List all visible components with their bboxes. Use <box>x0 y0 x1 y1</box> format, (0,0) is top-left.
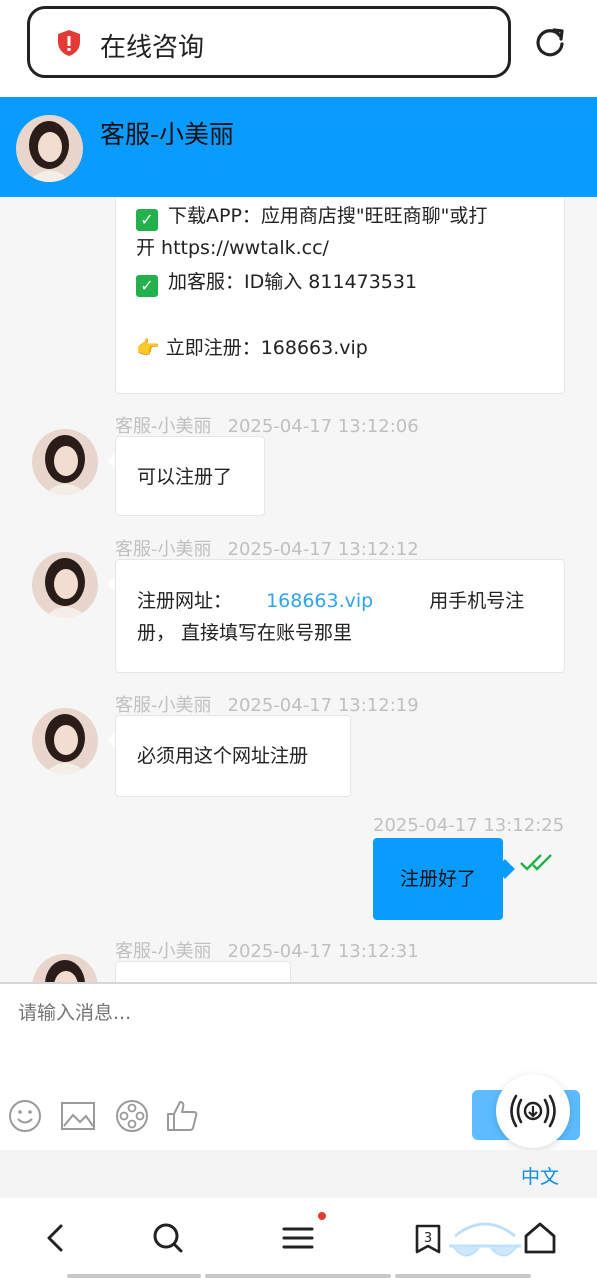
intro-line-2: 开 https://wwtalk.cc/ <box>136 237 329 259</box>
tabs-icon[interactable]: 3 <box>408 1218 448 1258</box>
glasses-watermark <box>449 1222 521 1257</box>
sender-name: 客服-小美丽 <box>115 695 212 716</box>
message-meta: 客服-小美丽 2025-04-17 13:12:06 <box>115 412 419 438</box>
timestamp: 2025-04-17 13:12:31 <box>227 941 419 962</box>
agent-avatar <box>16 115 83 182</box>
page-title: 在线咨询 <box>100 33 205 63</box>
message-meta: 客服-小美丽 2025-04-17 13:12:31 <box>115 937 419 963</box>
message-text: 注册好了 <box>399 868 476 890</box>
shield-alert-icon <box>58 30 80 56</box>
message-text: 必须用这个网址注册 <box>137 745 309 767</box>
message-text: 册， 直接填写在账号那里 <box>137 622 353 644</box>
timestamp: 2025-04-17 13:12:25 <box>373 815 565 836</box>
intro-message: ✓ 下载APP：应用商店搜"旺旺商聊"或打 开 https://wwtalk.cc… <box>115 197 565 394</box>
agent-name: 客服-小美丽 <box>100 120 235 149</box>
agent-avatar <box>32 552 98 618</box>
message-bubble: 注册网址： 168663.vip 用手机号注 册， 直接填写在账号那里 <box>115 559 565 673</box>
agent-avatar <box>32 708 98 774</box>
register-link[interactable]: 168663.vip <box>266 590 373 612</box>
sender-name: 客服-小美丽 <box>115 941 212 962</box>
message-list[interactable]: ✓ 下载APP：应用商店搜"旺旺商聊"或打 开 https://wwtalk.cc… <box>0 197 597 982</box>
image-icon[interactable] <box>60 1098 96 1134</box>
menu-icon[interactable] <box>278 1218 318 1258</box>
broadcast-button[interactable] <box>496 1074 570 1148</box>
agent-avatar <box>32 429 98 495</box>
language-bar: 中文 <box>0 1150 597 1198</box>
sender-name: 客服-小美丽 <box>115 416 212 437</box>
message-text: 可以注册了 <box>137 466 233 488</box>
read-receipt-icon <box>520 854 552 871</box>
intro-line-3: 加客服：ID输入 811473531 <box>168 271 418 293</box>
address-bar[interactable]: 在线咨询 <box>27 6 511 78</box>
reload-icon[interactable] <box>532 24 568 60</box>
message-text: 用手机号注 <box>429 590 525 612</box>
emoji-icon[interactable] <box>7 1098 43 1134</box>
message-input[interactable] <box>18 998 558 1028</box>
search-icon[interactable] <box>148 1218 188 1258</box>
message-meta: 客服-小美丽 2025-04-17 13:12:12 <box>115 535 419 561</box>
message-bubble: 必须用这个网址注册 <box>115 715 351 797</box>
message-meta: 客服-小美丽 2025-04-17 13:12:19 <box>115 691 419 717</box>
intro-line-4: 👉 立即注册：168663.vip <box>136 337 368 359</box>
language-toggle[interactable]: 中文 <box>521 1162 559 1189</box>
notification-dot <box>318 1212 326 1220</box>
thumbs-up-icon[interactable] <box>164 1098 200 1134</box>
timestamp: 2025-04-17 13:12:19 <box>227 695 419 716</box>
composer <box>0 982 597 1150</box>
browser-nav: 3 <box>0 1198 597 1280</box>
sender-name: 客服-小美丽 <box>115 539 212 560</box>
tab-count: 3 <box>424 1231 432 1246</box>
back-icon[interactable] <box>36 1218 76 1258</box>
chat-header: 客服-小美丽 <box>0 97 597 197</box>
checkmark-icon: ✓ <box>136 275 158 297</box>
home-icon[interactable] <box>520 1218 560 1258</box>
outgoing-message-bubble: 注册好了 <box>373 838 503 920</box>
intro-line-1: 下载APP：应用商店搜"旺旺商聊"或打 <box>168 205 488 227</box>
agent-avatar <box>32 954 98 982</box>
message-label: 注册网址： <box>137 590 233 612</box>
message-bubble: 可以注册了 <box>115 436 265 516</box>
broadcast-download-icon <box>510 1094 556 1128</box>
timestamp: 2025-04-17 13:12:12 <box>227 539 419 560</box>
message-bubble <box>115 961 291 982</box>
video-reel-icon[interactable] <box>114 1098 150 1134</box>
timestamp: 2025-04-17 13:12:06 <box>227 416 419 437</box>
checkmark-icon: ✓ <box>136 209 158 231</box>
